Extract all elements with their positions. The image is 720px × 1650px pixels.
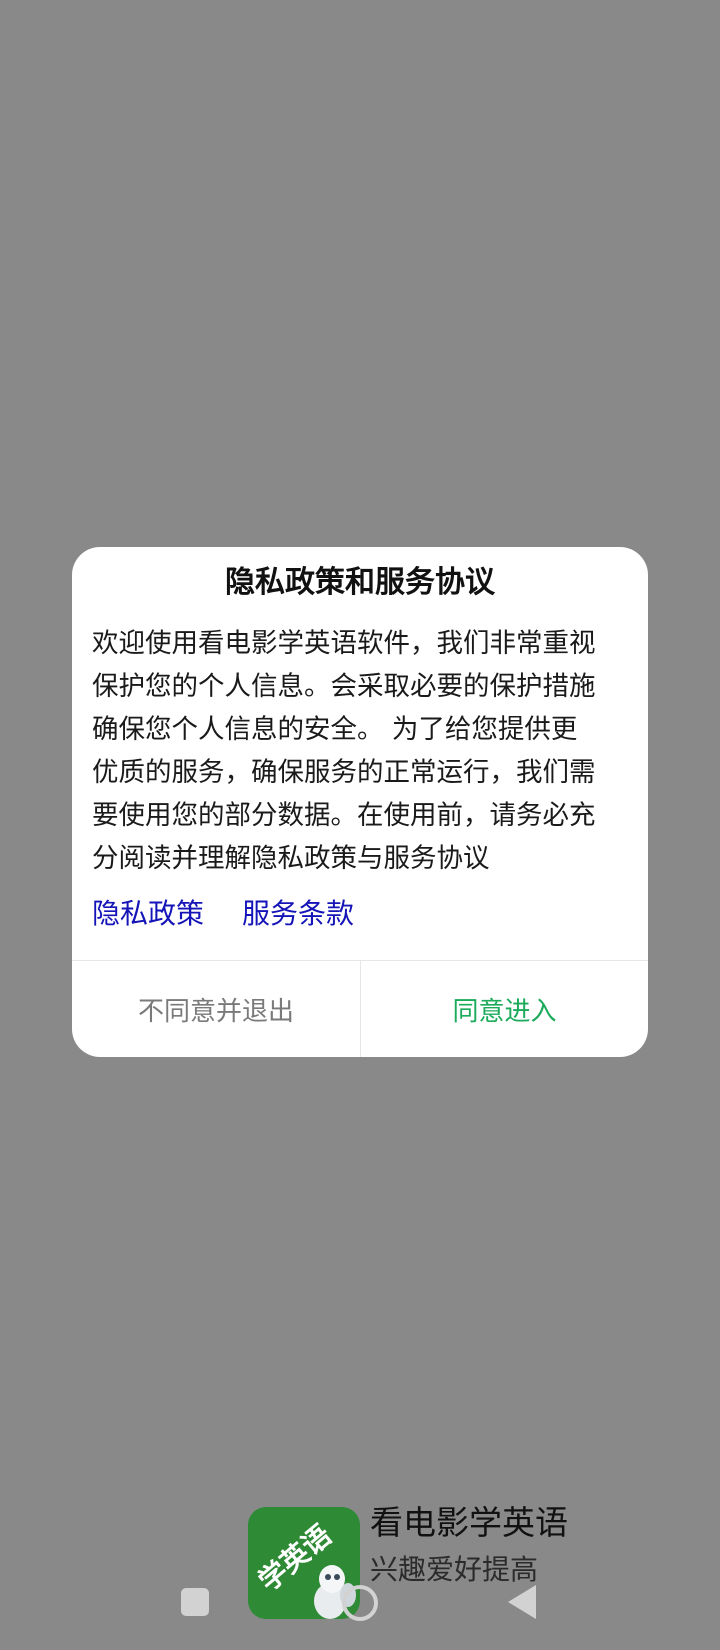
decline-exit-button[interactable]: 不同意并退出 xyxy=(72,961,360,1057)
body-line: 欢迎使用看电影学英语软件，我们非常重视 xyxy=(92,628,596,659)
recents-square-icon[interactable] xyxy=(181,1588,209,1616)
body-line: 分阅读并理解隐私政策与服务协议 xyxy=(92,843,490,874)
body-line: 确保您个人信息的安全。 为了给您提供更 xyxy=(92,714,578,745)
policy-links: 隐私政策 服务条款 xyxy=(92,892,354,936)
dialog-body-text: 欢迎使用看电影学英语软件，我们非常重视 保护您的个人信息。会采取必要的保护措施 … xyxy=(92,622,632,880)
dialog-title: 隐私政策和服务协议 xyxy=(225,565,495,600)
body-line: 保护您的个人信息。会采取必要的保护措施 xyxy=(92,671,596,702)
body-line: 优质的服务，确保服务的正常运行，我们需 xyxy=(92,757,596,788)
privacy-dialog: 隐私政策和服务协议 欢迎使用看电影学英语软件，我们非常重视 保护您的个人信息。会… xyxy=(72,547,648,1057)
splash-tagline: 兴趣爱好提高 xyxy=(370,1553,539,1586)
back-triangle-icon[interactable] xyxy=(508,1585,536,1619)
privacy-policy-link[interactable]: 隐私政策 xyxy=(92,897,204,930)
home-circle-icon[interactable] xyxy=(342,1585,378,1621)
body-line: 要使用您的部分数据。在使用前，请务必充 xyxy=(92,800,596,831)
agree-enter-button[interactable]: 同意进入 xyxy=(361,961,648,1057)
splash-app-name: 看电影学英语 xyxy=(370,1503,568,1542)
terms-of-service-link[interactable]: 服务条款 xyxy=(242,897,354,930)
